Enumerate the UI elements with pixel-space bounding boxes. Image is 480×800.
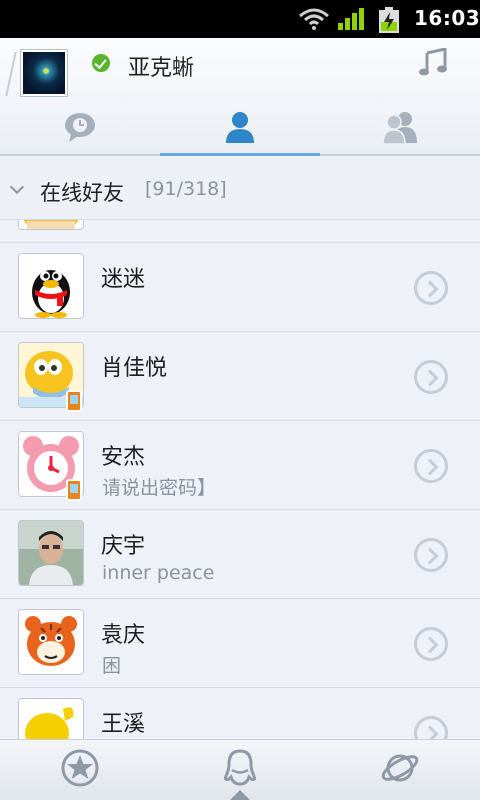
friend-name: 迷迷 [101, 267, 146, 292]
friend-group-header[interactable]: 在线好友 [91/318] [0, 156, 480, 220]
group-online-count: [91/318] [145, 178, 227, 200]
friend-avatar [18, 520, 84, 586]
tab-recent-chats[interactable] [0, 110, 160, 156]
group-icon [383, 112, 417, 144]
friend-avatar [18, 609, 84, 675]
planet-icon [381, 754, 419, 782]
friend-signature: inner peace [102, 562, 215, 584]
person-icon [226, 112, 254, 143]
friend-name: 袁庆 [101, 623, 146, 648]
main-tabs [0, 110, 480, 156]
online-status-icon[interactable] [92, 54, 110, 72]
friend-name: 肖佳悦 [101, 356, 168, 381]
qq-penguin-icon [223, 749, 257, 786]
self-avatar[interactable] [20, 49, 68, 97]
list-item[interactable]: 袁庆 困 [0, 599, 480, 688]
group-name: 在线好友 [40, 181, 124, 205]
tab-groups[interactable] [320, 110, 480, 156]
chevron-right-circle-icon[interactable] [414, 627, 448, 661]
chevron-right-circle-icon[interactable] [414, 538, 448, 572]
star-icon [61, 749, 99, 787]
list-item[interactable]: 庆宇 inner peace [0, 510, 480, 599]
clock: 16:03 [414, 6, 480, 30]
chevron-right-circle-icon[interactable] [414, 271, 448, 305]
friend-name: 庆宇 [101, 534, 146, 559]
wifi-icon [299, 8, 329, 30]
list-item[interactable]: 肖佳悦 [0, 332, 480, 421]
list-item[interactable]: 迷迷 [0, 243, 480, 332]
friend-avatar [18, 220, 84, 230]
tab-friends[interactable] [160, 110, 320, 156]
chevron-down-icon [9, 179, 25, 195]
chevron-right-circle-icon[interactable] [414, 449, 448, 483]
chat-bubble-clock-icon [65, 113, 95, 142]
signal-icon [338, 8, 364, 30]
mobile-online-icon [66, 479, 82, 501]
friend-avatar [18, 253, 84, 319]
profile-header: 亚克蜥 [0, 38, 480, 156]
music-note-icon[interactable] [418, 48, 448, 76]
chevron-right-circle-icon[interactable] [414, 360, 448, 394]
chevron-right-circle-icon[interactable] [414, 716, 448, 739]
battery-charging-icon [379, 7, 399, 33]
nav-favorites[interactable] [0, 748, 160, 798]
friend-name: 王溪 [101, 712, 146, 737]
nav-discover[interactable] [320, 748, 480, 798]
bottom-navigation [0, 739, 480, 800]
status-bar: 16:03 [0, 0, 480, 38]
active-tab-indicator [230, 790, 250, 800]
list-item[interactable]: 王溪 [0, 688, 480, 739]
friend-signature: 请说出密码】 [102, 477, 217, 499]
friend-avatar [18, 698, 84, 739]
self-nickname: 亚克蜥 [128, 56, 195, 81]
mobile-online-icon [66, 390, 82, 412]
list-item[interactable] [0, 220, 480, 243]
friend-list[interactable]: 迷迷 肖佳悦 安杰 请说出密码】 庆宇 inner peace 袁庆 困 王溪 [0, 220, 480, 739]
list-item[interactable]: 安杰 请说出密码】 [0, 421, 480, 510]
avatar-image [23, 52, 65, 94]
friend-signature: 困 [102, 655, 122, 677]
friend-name: 安杰 [101, 445, 146, 470]
